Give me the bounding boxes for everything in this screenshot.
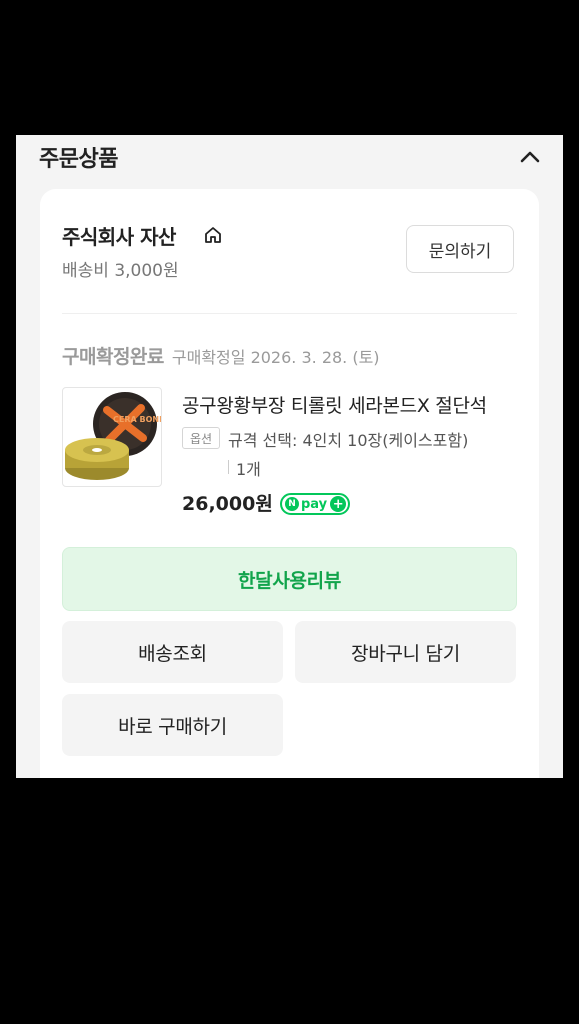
divider xyxy=(62,313,517,314)
price: 26,000원 xyxy=(182,493,273,515)
confirm-date: 구매확정일 2026. 3. 28. (토) xyxy=(171,348,380,367)
add-to-cart-button[interactable]: 장바구니 담기 xyxy=(295,621,516,683)
shipping-fee: 배송비 3,000원 xyxy=(62,261,179,281)
buy-now-button[interactable]: 바로 구매하기 xyxy=(62,694,283,756)
order-products-screen: 주문상품 주식회사 자산 배송비 3,000원 문의하기 구매확정완료 구매확정일… xyxy=(16,135,563,778)
option-badge: 옵션 xyxy=(182,427,220,449)
npay-label: pay xyxy=(301,496,328,512)
order-card: 주식회사 자산 배송비 3,000원 문의하기 구매확정완료 구매확정일 2026… xyxy=(40,189,539,778)
quantity-separator xyxy=(228,460,229,474)
section-header[interactable]: 주문상품 xyxy=(16,135,563,179)
track-delivery-button[interactable]: 배송조회 xyxy=(62,621,283,683)
cutting-disc-image: CERA BOND xyxy=(65,392,162,480)
quantity: 1개 xyxy=(236,460,261,479)
chevron-up-icon[interactable] xyxy=(518,145,542,169)
npay-n-icon: N xyxy=(285,497,299,511)
section-title: 주문상품 xyxy=(39,147,118,172)
disc-label-cera: CERA BOND xyxy=(113,415,162,424)
order-status: 구매확정완료 xyxy=(62,346,164,368)
order-status-line: 구매확정완료 구매확정일 2026. 3. 28. (토) xyxy=(62,342,380,369)
plus-icon: + xyxy=(330,496,347,512)
product-thumbnail[interactable]: CERA BOND xyxy=(62,387,162,487)
seller-name[interactable]: 주식회사 자산 xyxy=(62,221,176,250)
product-name[interactable]: 공구왕황부장 티롤릿 세라본드X 절단석 xyxy=(182,391,522,418)
option-text: 규격 선택: 4인치 10장(케이스포함) xyxy=(228,431,469,450)
monthly-review-button[interactable]: 한달사용리뷰 xyxy=(62,547,517,611)
inquiry-button[interactable]: 문의하기 xyxy=(406,225,514,273)
home-icon xyxy=(205,227,221,243)
npay-plus-badge: N pay + xyxy=(280,493,350,515)
